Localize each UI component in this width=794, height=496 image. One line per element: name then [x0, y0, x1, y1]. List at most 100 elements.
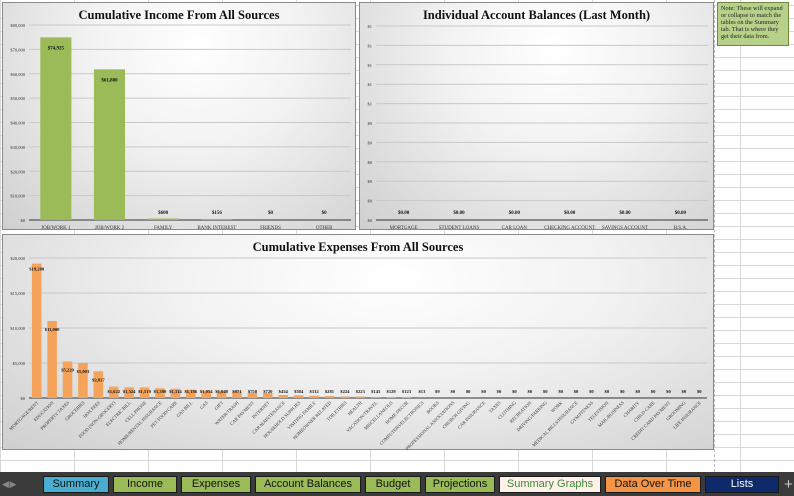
bar [401, 397, 412, 398]
income-chart[interactable]: Cumulative Income From All Sources $0 $10… [2, 2, 356, 231]
data-label: $720 [263, 389, 273, 394]
data-label: $0 [589, 389, 594, 394]
y-tick-label: $70,000 [10, 47, 25, 53]
data-label: $0.00 [453, 211, 465, 216]
data-label: $0 [574, 389, 579, 394]
data-label: $1,054 [200, 389, 213, 394]
data-label: $129 [387, 389, 397, 394]
bar [93, 69, 126, 220]
bar [370, 396, 381, 398]
data-label: $0 [558, 389, 563, 394]
y-tick-label: $1 [368, 82, 373, 87]
data-label: $434 [279, 389, 289, 394]
data-label: $971 [232, 389, 242, 394]
y-tick-label: $1 [368, 43, 373, 48]
data-label: $19,200 [29, 267, 45, 272]
tab-lists[interactable]: Lists [705, 475, 779, 493]
y-tick-label: $1 [368, 63, 373, 68]
bar [324, 396, 335, 398]
x-category-label: GIFT [214, 400, 225, 411]
y-tick-label: $10,000 [10, 194, 25, 200]
tab-data-over-time[interactable]: Data Over Time [605, 475, 701, 493]
data-label: $1,622 [107, 389, 120, 394]
data-label: $750 [248, 389, 258, 394]
tab-account-balances[interactable]: Account Balances [255, 475, 361, 493]
data-label: $0 [635, 389, 640, 394]
y-tick-label: $0 [368, 121, 373, 126]
bar [278, 394, 289, 398]
data-label: $0.00 [509, 211, 521, 216]
x-category-label: MORTGAGE [390, 226, 418, 231]
data-label: $0 [666, 389, 671, 394]
tab-summary-graphs[interactable]: Summary Graphs [499, 475, 601, 493]
data-label: $1,519 [138, 389, 151, 394]
tab-projections[interactable]: Projections [425, 475, 495, 493]
data-label: $0.00 [398, 211, 410, 216]
bar [93, 371, 104, 398]
y-tick-label: $80,000 [10, 23, 25, 29]
y-tick-label: $40,000 [10, 121, 25, 127]
data-label: $5,220 [61, 367, 74, 372]
bar [147, 218, 179, 220]
data-label: $0 [322, 211, 328, 216]
y-tick-label: $5,000 [13, 361, 26, 367]
account-balances-chart[interactable]: Individual Account Balances (Last Month)… [359, 2, 714, 231]
x-category-label: GAS BILL [175, 400, 193, 418]
bar [47, 321, 57, 398]
y-tick-label: $50,000 [10, 96, 25, 102]
x-category-label: LIFE INSURANCE [672, 400, 702, 430]
data-label: $0.00 [564, 211, 576, 216]
data-label: $9 [435, 389, 440, 394]
x-category-label: JOB/WORK 2 [95, 226, 125, 231]
tab-summary[interactable]: Summary [43, 475, 109, 493]
bar [293, 395, 304, 398]
y-tick-label: $0 [21, 218, 26, 223]
y-tick-label: $0 [368, 199, 373, 204]
x-category-label: TAXES [488, 400, 502, 414]
data-label: $0 [466, 389, 471, 394]
data-label: $600 [158, 211, 169, 216]
expenses-chart[interactable]: Cumulative Expenses From All Sources $0 $… [2, 234, 714, 451]
data-label: $281 [325, 389, 335, 394]
x-category-label: OTHER [316, 226, 333, 231]
y-tick-label: $20,000 [10, 256, 25, 262]
y-tick-label: $60,000 [10, 72, 25, 78]
data-label: $0 [512, 389, 517, 394]
note-box: Note: These will expand or collapse to m… [717, 2, 789, 46]
data-label: $156 [212, 211, 223, 216]
data-label: $0.00 [619, 211, 631, 216]
y-tick-label: $0 [368, 160, 373, 165]
data-label: $0 [481, 389, 486, 394]
tab-expenses[interactable]: Expenses [181, 475, 251, 493]
x-category-label: FRIENDS [260, 226, 281, 231]
x-category-label: DRIVING/PARKING [516, 400, 549, 433]
add-sheet-button[interactable]: + [783, 476, 794, 493]
bar [31, 263, 42, 398]
data-label: $224 [340, 389, 350, 394]
x-category-label: JOB/WORK 1 [41, 226, 71, 231]
data-label: $0 [682, 389, 687, 394]
y-tick-label: $30,000 [10, 145, 25, 151]
scroll-tabs-right-icon[interactable]: ▶ [10, 472, 17, 496]
y-tick-label: $0 [368, 140, 373, 145]
data-label: $0.00 [675, 211, 687, 216]
data-label: $0 [697, 389, 702, 394]
x-category-label: STUDENT LOANS [439, 226, 480, 231]
x-category-label: WORK [550, 400, 564, 414]
y-tick-label: $1 [368, 102, 373, 107]
data-label: $0 [268, 211, 274, 216]
data-label: $143 [371, 389, 381, 394]
data-label: $1,048 [215, 389, 228, 394]
tab-budget[interactable]: Budget [365, 475, 421, 493]
data-label: $1,314 [169, 389, 182, 394]
bar [40, 37, 72, 220]
data-label: $0 [527, 389, 532, 394]
data-label: $223 [356, 389, 366, 394]
data-label: $0 [543, 389, 548, 394]
sheet-tab-bar: ◀ ▶ Summary Income Expenses Account Balance… [0, 472, 794, 496]
y-tick-label: $0 [21, 396, 26, 401]
data-label: $123 [402, 389, 412, 394]
data-label: $1,390 [154, 389, 167, 394]
tab-income[interactable]: Income [113, 475, 177, 493]
data-label: $3,817 [92, 377, 105, 382]
